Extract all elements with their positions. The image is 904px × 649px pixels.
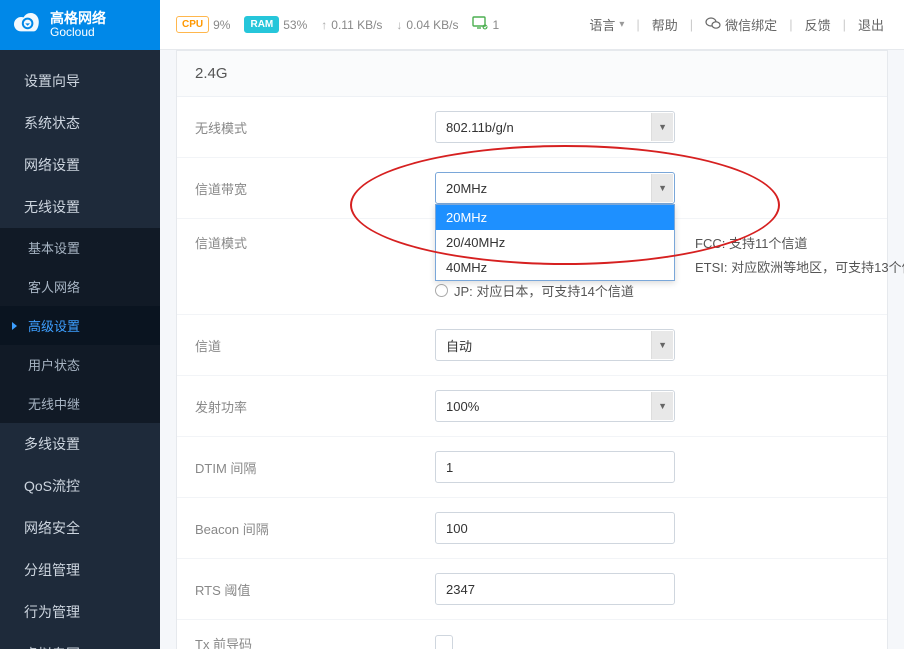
input-rts-value: 2347	[446, 582, 475, 597]
radio-jp[interactable]: JP: 对应日本，可支持14个信道	[435, 281, 869, 300]
nav-qos[interactable]: QoS流控	[0, 465, 160, 507]
cpu-value: 9%	[213, 18, 230, 32]
input-dtim[interactable]: 1	[435, 451, 675, 483]
nav-wireless-repeater[interactable]: 无线中继	[0, 384, 160, 423]
nav-behavior-mgmt[interactable]: 行为管理	[0, 591, 160, 633]
select-channel-value: 自动	[446, 336, 472, 355]
select-channel-bw-value: 20MHz	[446, 181, 487, 196]
nav-user-status[interactable]: 用户状态	[0, 345, 160, 384]
nav-network-settings[interactable]: 网络设置	[0, 144, 160, 186]
select-channel[interactable]: 自动	[435, 329, 675, 361]
dropdown-channel-bw: 20MHz 20/40MHz 40MHz	[435, 204, 675, 281]
clients-value: 1	[492, 18, 499, 32]
nav-system-status[interactable]: 系统状态	[0, 102, 160, 144]
upload-icon: ↑	[321, 18, 327, 32]
cloud-logo-icon	[10, 9, 42, 41]
input-beacon-value: 100	[446, 521, 468, 536]
download-stat: ↓ 0.04 KB/s	[396, 18, 458, 32]
row-tx-power: 发射功率 100%	[177, 376, 887, 437]
brand-name-cn: 高格网络	[50, 11, 106, 26]
download-value: 0.04 KB/s	[406, 18, 458, 32]
checkbox-tx-preamble[interactable]	[435, 635, 453, 649]
row-wireless-mode: 无线模式 802.11b/g/n	[177, 97, 887, 158]
wechat-icon	[705, 16, 721, 33]
select-wireless-mode-value: 802.11b/g/n	[446, 120, 514, 135]
system-stats: CPU 9% RAM 53% ↑ 0.11 KB/s ↓ 0.04 KB/s	[176, 16, 499, 33]
feedback-link[interactable]: 反馈	[801, 15, 835, 34]
label-channel-mode: 信道模式	[195, 233, 415, 252]
devices-icon	[472, 16, 488, 33]
row-rts: RTS 阈值 2347	[177, 559, 887, 620]
row-channel-bw: 信道带宽 20MHz 20MHz 20/40MHz 40MHz	[177, 158, 887, 219]
row-dtim: DTIM 间隔 1	[177, 437, 887, 498]
upload-value: 0.11 KB/s	[331, 18, 382, 32]
dropdown-option-20mhz[interactable]: 20MHz	[436, 205, 674, 230]
nav: 设置向导 系统状态 网络设置 无线设置 基本设置 客人网络 高级设置 用户状态 …	[0, 50, 160, 649]
radio-jp-label: JP: 对应日本，可支持14个信道	[454, 281, 634, 300]
nav-vpn[interactable]: 虚拟专网	[0, 633, 160, 649]
top-links: 语言 ▾ | 帮助 | 微信绑定 | 反馈 | 退出	[585, 15, 888, 34]
label-channel-bw: 信道带宽	[195, 179, 415, 198]
label-wireless-mode: 无线模式	[195, 118, 415, 137]
input-dtim-value: 1	[446, 460, 453, 475]
chevron-down-icon: ▾	[619, 19, 624, 30]
lang-label: 语言	[589, 15, 615, 34]
ram-value: 53%	[283, 18, 307, 32]
wechat-label: 微信绑定	[725, 15, 777, 34]
nav-basic-settings[interactable]: 基本设置	[0, 228, 160, 267]
lang-dropdown[interactable]: 语言 ▾	[585, 15, 628, 34]
label-channel: 信道	[195, 336, 415, 355]
radio-icon	[435, 284, 448, 297]
input-beacon[interactable]: 100	[435, 512, 675, 544]
nav-wireless-settings[interactable]: 无线设置	[0, 186, 160, 228]
radio-etsi-label: ETSI: 对应欧洲等地区，可支持13个信道	[695, 257, 904, 276]
sidebar: 高格网络 Gocloud 设置向导 系统状态 网络设置 无线设置 基本设置 客人…	[0, 0, 160, 649]
brand-name-en: Gocloud	[50, 26, 106, 39]
ram-stat: RAM 53%	[244, 16, 307, 33]
select-wireless-mode[interactable]: 802.11b/g/n	[435, 111, 675, 143]
nav-group-mgmt[interactable]: 分组管理	[0, 549, 160, 591]
ram-icon: RAM	[244, 16, 279, 33]
logout-link[interactable]: 退出	[854, 15, 888, 34]
row-channel: 信道 自动	[177, 315, 887, 376]
label-tx-preamble: Tx 前导码	[195, 634, 415, 649]
label-rts: RTS 阈值	[195, 580, 415, 599]
nav-advanced-settings[interactable]: 高级设置	[0, 306, 160, 345]
label-dtim: DTIM 间隔	[195, 458, 415, 477]
help-link[interactable]: 帮助	[648, 15, 682, 34]
topbar: CPU 9% RAM 53% ↑ 0.11 KB/s ↓ 0.04 KB/s	[160, 0, 904, 50]
content-area[interactable]: 2.4G 无线模式 802.11b/g/n 信道带宽 20MHz	[160, 50, 904, 649]
row-tx-preamble: Tx 前导码	[177, 620, 887, 649]
row-beacon: Beacon 间隔 100	[177, 498, 887, 559]
download-icon: ↓	[396, 18, 402, 32]
nav-multiwan[interactable]: 多线设置	[0, 423, 160, 465]
upload-stat: ↑ 0.11 KB/s	[321, 18, 382, 32]
label-tx-power: 发射功率	[195, 397, 415, 416]
cpu-icon: CPU	[176, 16, 209, 33]
select-channel-bw[interactable]: 20MHz	[435, 172, 675, 204]
label-beacon: Beacon 间隔	[195, 519, 415, 538]
dropdown-option-40mhz[interactable]: 40MHz	[436, 255, 674, 280]
radio-fcc-label-vis: FCC: 支持11个信道	[695, 233, 807, 252]
clients-stat: 1	[472, 16, 499, 33]
nav-guest-network[interactable]: 客人网络	[0, 267, 160, 306]
input-rts[interactable]: 2347	[435, 573, 675, 605]
logo: 高格网络 Gocloud	[0, 0, 160, 50]
wechat-bind-link[interactable]: 微信绑定	[701, 15, 781, 34]
nav-setup-wizard[interactable]: 设置向导	[0, 60, 160, 102]
dropdown-option-2040mhz[interactable]: 20/40MHz	[436, 230, 674, 255]
select-tx-power[interactable]: 100%	[435, 390, 675, 422]
section-title-24g: 2.4G	[177, 51, 887, 97]
nav-security[interactable]: 网络安全	[0, 507, 160, 549]
panel-24g: 2.4G 无线模式 802.11b/g/n 信道带宽 20MHz	[176, 50, 888, 649]
select-tx-power-value: 100%	[446, 399, 479, 414]
cpu-stat: CPU 9%	[176, 16, 230, 33]
main: CPU 9% RAM 53% ↑ 0.11 KB/s ↓ 0.04 KB/s	[160, 0, 904, 649]
